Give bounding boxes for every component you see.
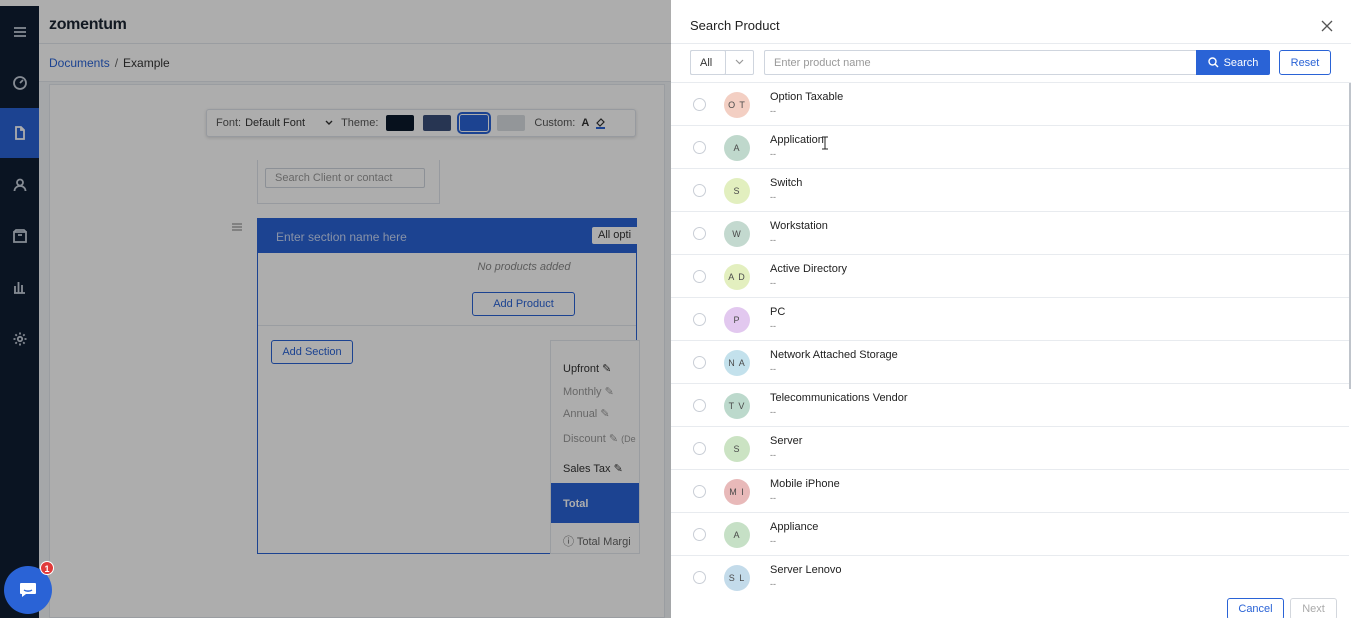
product-avatar: S L xyxy=(724,565,750,591)
drawer-title: Search Product xyxy=(690,18,780,33)
product-row[interactable]: S Switch -- xyxy=(671,169,1349,212)
product-filter-border[interactable] xyxy=(690,50,754,75)
product-avatar: A D xyxy=(724,264,750,290)
product-avatar: S xyxy=(724,436,750,462)
chat-notification-badge: 1 xyxy=(40,561,54,575)
chat-icon xyxy=(20,583,36,597)
product-radio[interactable] xyxy=(693,442,706,455)
product-description: -- xyxy=(770,321,776,331)
product-radio[interactable] xyxy=(693,141,706,154)
reset-button[interactable]: Reset xyxy=(1279,50,1331,75)
product-avatar: M I xyxy=(724,479,750,505)
product-description: -- xyxy=(770,407,776,417)
product-avatar: N A xyxy=(724,350,750,376)
product-avatar: S xyxy=(724,178,750,204)
search-button[interactable]: Search xyxy=(1196,50,1270,75)
product-avatar: P xyxy=(724,307,750,333)
drawer-header-divider xyxy=(671,43,1351,44)
product-avatar: W xyxy=(724,221,750,247)
product-name: Switch xyxy=(770,177,803,189)
product-name: Workstation xyxy=(770,220,828,232)
product-name: Active Directory xyxy=(770,263,848,275)
product-row[interactable]: O T Option Taxable -- xyxy=(671,83,1349,126)
product-radio[interactable] xyxy=(693,227,706,240)
product-name: Network Attached Storage xyxy=(770,349,898,361)
product-search-input[interactable] xyxy=(764,50,1197,75)
close-icon[interactable] xyxy=(1320,19,1334,33)
product-radio[interactable] xyxy=(693,399,706,412)
product-radio[interactable] xyxy=(693,98,706,111)
product-radio[interactable] xyxy=(693,528,706,541)
product-description: -- xyxy=(770,493,776,503)
product-radio[interactable] xyxy=(693,356,706,369)
text-cursor-icon xyxy=(822,136,828,150)
product-description: -- xyxy=(770,192,776,202)
product-description: -- xyxy=(770,364,776,374)
product-name: Telecommunications Vendor xyxy=(770,392,908,404)
product-row[interactable]: S Server -- xyxy=(671,427,1349,470)
product-list: O T Option Taxable -- A Application -- S Switch… xyxy=(671,83,1349,591)
product-name: PC xyxy=(770,306,786,318)
product-description: -- xyxy=(770,450,776,460)
product-avatar: A xyxy=(724,135,750,161)
product-radio[interactable] xyxy=(693,270,706,283)
product-row[interactable]: W Workstation -- xyxy=(671,212,1349,255)
product-row[interactable]: M I Mobile iPhone -- xyxy=(671,470,1349,513)
product-row[interactable]: A Appliance -- xyxy=(671,513,1349,556)
product-row[interactable]: P PC -- xyxy=(671,298,1349,341)
product-name: Appliance xyxy=(770,521,819,533)
product-avatar: O T xyxy=(724,92,750,118)
product-radio[interactable] xyxy=(693,184,706,197)
search-product-drawer: Search Product All Search Reset O TOptio… xyxy=(671,6,1351,618)
product-name: Server Lenovo xyxy=(770,564,842,576)
product-name: Server xyxy=(770,435,803,447)
product-name: Application xyxy=(770,134,824,146)
product-description: -- xyxy=(770,536,776,546)
search-icon xyxy=(1207,57,1219,68)
product-row[interactable]: N A Network Attached Storage -- xyxy=(671,341,1349,384)
product-row[interactable]: A Application -- xyxy=(671,126,1349,169)
product-avatar: A xyxy=(724,522,750,548)
product-description: -- xyxy=(770,579,776,589)
search-button-label: Search xyxy=(1223,56,1259,69)
product-description: -- xyxy=(770,106,776,116)
product-description: -- xyxy=(770,278,776,288)
product-row[interactable]: S L Server Lenovo -- xyxy=(671,556,1349,591)
product-row[interactable]: A D Active Directory -- xyxy=(671,255,1349,298)
next-button[interactable]: Next xyxy=(1290,598,1337,618)
product-name: Option Taxable xyxy=(770,91,844,103)
product-description: -- xyxy=(770,149,776,159)
modal-backdrop[interactable] xyxy=(0,0,671,618)
product-description: -- xyxy=(770,235,776,245)
product-row[interactable]: T V Telecommunications Vendor -- xyxy=(671,384,1349,427)
product-radio[interactable] xyxy=(693,485,706,498)
product-radio[interactable] xyxy=(693,313,706,326)
product-radio[interactable] xyxy=(693,571,706,584)
product-name: Mobile iPhone xyxy=(770,478,840,490)
product-avatar: T V xyxy=(724,393,750,419)
cancel-button[interactable]: Cancel xyxy=(1227,598,1284,618)
